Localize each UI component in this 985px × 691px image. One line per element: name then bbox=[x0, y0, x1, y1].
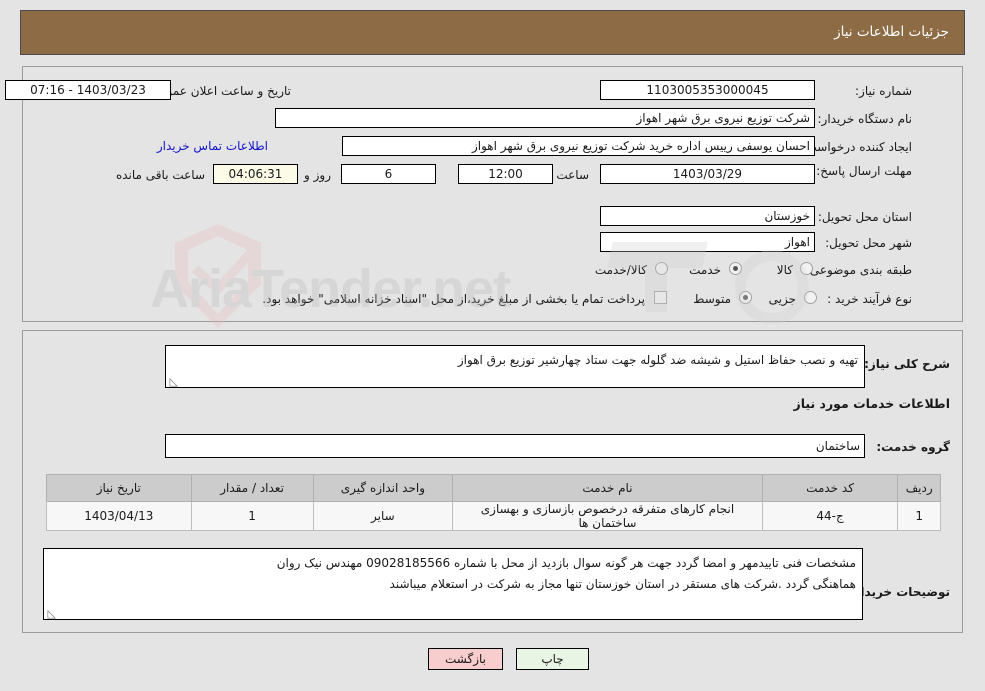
request-creator-field[interactable]: احسان یوسفی رییس اداره خرید شرکت توزیع ن… bbox=[342, 136, 815, 156]
need-number-label: شماره نیاز: bbox=[855, 84, 912, 98]
deadline-label: مهلت ارسال پاسخ: تا تاریخ: bbox=[773, 164, 912, 178]
col-name: نام خدمت bbox=[452, 474, 763, 502]
purchase-type-radio-motavaset[interactable] bbox=[739, 291, 752, 304]
back-button[interactable]: بازگشت bbox=[428, 648, 503, 670]
need-info-panel bbox=[22, 66, 963, 322]
page-title-bar: جزئیات اطلاعات نیاز bbox=[20, 10, 965, 55]
col-date: تاریخ نیاز bbox=[46, 474, 192, 502]
delivery-province-field[interactable]: خوزستان bbox=[600, 206, 815, 226]
cell-date: 1403/04/13 bbox=[46, 501, 192, 531]
announce-datetime-field[interactable]: 1403/03/23 - 07:16 bbox=[5, 80, 171, 100]
buyer-contact-link[interactable]: اطلاعات تماس خریدار bbox=[157, 139, 268, 153]
category-label-kala-khedmat: کالا/خدمت bbox=[594, 263, 647, 277]
delivery-city-label: شهر محل تحویل: bbox=[825, 236, 912, 250]
print-button[interactable]: چاپ bbox=[516, 648, 589, 670]
category-radio-kala-khedmat[interactable] bbox=[655, 262, 668, 275]
need-summary-text: تهیه و نصب حفاظ استیل و شیشه ضد گلوله جه… bbox=[457, 353, 858, 367]
deadline-hour-label: ساعت bbox=[556, 168, 589, 182]
buyer-org-field[interactable]: شرکت توزیع نیروی برق شهر اهواز bbox=[275, 108, 815, 128]
category-label-kala: کالا bbox=[776, 263, 793, 277]
cell-name: انجام کارهای متفرقه درخصوص بازسازی و بهس… bbox=[452, 501, 763, 531]
purchase-type-label: نوع فرآیند خرید : bbox=[827, 292, 912, 306]
delivery-province-label: استان محل تحویل: bbox=[817, 210, 912, 224]
buyer-notes-line-2: هماهنگی گردد .شرکت های مستقر در استان خو… bbox=[389, 577, 856, 591]
need-summary-label: شرح کلی نیاز: bbox=[864, 357, 950, 371]
buyer-notes-line-1: مشخصات فنی تاییدمهر و امضا گردد جهت هر گ… bbox=[276, 556, 856, 570]
category-label-khedmat: خدمت bbox=[689, 263, 721, 277]
page-root: AriaTender.net جزئیات اطلاعات نیاز شماره… bbox=[0, 0, 985, 691]
services-section-heading: اطلاعات خدمات مورد نیاز bbox=[793, 396, 951, 411]
islamic-treasury-checkbox[interactable] bbox=[654, 291, 667, 304]
service-group-field[interactable]: ساختمان bbox=[165, 434, 865, 458]
buyer-org-label: نام دستگاه خریدار: bbox=[817, 112, 913, 126]
services-table: ردیف کد خدمت نام خدمت واحد اندازه گیری ت… bbox=[46, 474, 941, 531]
purchase-type-label-jozi: جزیی bbox=[768, 292, 796, 306]
cell-code: ج-44 bbox=[761, 501, 899, 531]
buyer-notes-textarea[interactable]: مشخصات فنی تاییدمهر و امضا گردد جهت هر گ… bbox=[43, 548, 863, 620]
remaining-time-label: ساعت باقی مانده bbox=[115, 168, 205, 182]
deadline-hour-field[interactable]: 12:00 bbox=[458, 164, 553, 184]
days-and-label: روز و bbox=[304, 168, 331, 182]
islamic-treasury-label: پرداخت تمام یا بخشی از مبلغ خرید،از محل … bbox=[262, 292, 645, 306]
col-row: ردیف bbox=[897, 474, 941, 502]
remaining-time-field[interactable]: 04:06:31 bbox=[213, 164, 298, 184]
col-qty: تعداد / مقدار bbox=[190, 474, 314, 502]
resize-grip-icon[interactable]: ◺ bbox=[46, 608, 56, 619]
page-title: جزئیات اطلاعات نیاز bbox=[834, 24, 949, 40]
deadline-date-field[interactable]: 1403/03/29 bbox=[600, 164, 815, 184]
request-creator-label: ایجاد کننده درخواست: bbox=[801, 140, 912, 154]
cell-unit: سایر bbox=[312, 501, 454, 531]
buyer-notes-label: توضیحات خریدار: bbox=[848, 585, 950, 599]
purchase-type-radio-jozi[interactable] bbox=[804, 291, 817, 304]
category-radio-khedmat[interactable] bbox=[729, 262, 742, 275]
table-row[interactable]: 1 ج-44 انجام کارهای متفرقه درخصوص بازساز… bbox=[46, 501, 941, 531]
resize-grip-icon[interactable]: ◺ bbox=[168, 376, 178, 387]
col-unit: واحد اندازه گیری bbox=[312, 474, 454, 502]
category-label: طبقه بندی موضوعی: bbox=[805, 263, 912, 277]
cell-row: 1 bbox=[897, 501, 941, 531]
col-code: کد خدمت bbox=[761, 474, 899, 502]
delivery-city-field[interactable]: اهواز bbox=[600, 232, 815, 252]
service-group-label: گروه خدمت: bbox=[876, 440, 950, 454]
need-summary-textarea[interactable]: تهیه و نصب حفاظ استیل و شیشه ضد گلوله جه… bbox=[165, 345, 865, 388]
category-radio-kala[interactable] bbox=[800, 262, 813, 275]
purchase-type-label-motavaset: متوسط bbox=[693, 292, 731, 306]
remaining-days-field[interactable]: 6 bbox=[341, 164, 436, 184]
cell-qty: 1 bbox=[190, 501, 314, 531]
table-header-row: ردیف کد خدمت نام خدمت واحد اندازه گیری ت… bbox=[46, 474, 941, 502]
need-number-field[interactable]: 1103005353000045 bbox=[600, 80, 815, 100]
